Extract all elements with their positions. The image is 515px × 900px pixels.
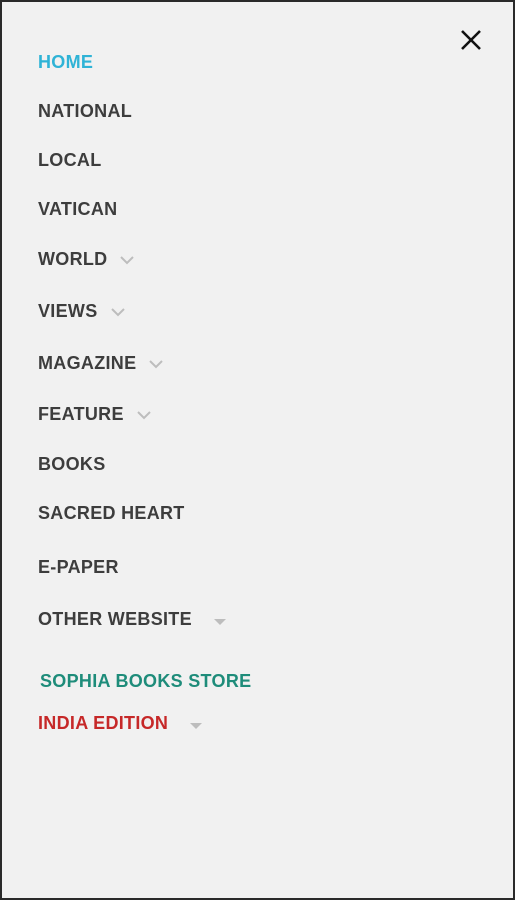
menu-item-label: VIEWS <box>38 301 98 321</box>
menu-item-label: MAGAZINE <box>38 353 137 373</box>
menu-item-label: VATICAN <box>38 199 118 219</box>
chevron-down-icon[interactable] <box>119 255 135 265</box>
menu-item-sacred-heart[interactable]: SACRED HEART <box>38 503 185 524</box>
menu-item-label: HOME <box>38 52 94 72</box>
menu-item-vatican[interactable]: VATICAN <box>38 199 117 220</box>
menu-item-feature[interactable]: FEATURE <box>38 404 152 425</box>
chevron-down-icon[interactable] <box>148 359 164 369</box>
menu-item-label: SOPHIA BOOKS STORE <box>40 671 252 691</box>
menu-item-label: INDIA EDITION <box>38 713 169 733</box>
menu-item-label: LOCAL <box>38 150 102 170</box>
menu-item-national[interactable]: NATIONAL <box>38 101 132 122</box>
menu-item-india-edition[interactable]: INDIA EDITION <box>38 713 203 734</box>
menu-item-label: FEATURE <box>38 404 124 424</box>
chevron-down-icon[interactable] <box>136 410 152 420</box>
navigation-drawer: HOME NATIONAL LOCAL VATICAN WORLD VIEWS … <box>0 0 515 900</box>
menu-item-label: WORLD <box>38 249 108 269</box>
menu-item-label: E-PAPER <box>38 557 119 577</box>
menu-item-home[interactable]: HOME <box>38 52 93 73</box>
menu-item-other-website[interactable]: OTHER WEBSITE <box>38 609 226 630</box>
menu-item-views[interactable]: VIEWS <box>38 301 126 322</box>
chevron-down-icon[interactable] <box>110 307 126 317</box>
menu-item-e-paper[interactable]: E-PAPER <box>38 557 119 578</box>
close-icon[interactable] <box>457 26 485 54</box>
menu-item-sophia-books-store[interactable]: SOPHIA BOOKS STORE <box>40 671 251 692</box>
caret-down-icon[interactable] <box>190 722 203 729</box>
menu-item-local[interactable]: LOCAL <box>38 150 102 171</box>
menu-item-world[interactable]: WORLD <box>38 249 135 270</box>
menu-item-label: OTHER WEBSITE <box>38 609 192 629</box>
menu-item-books[interactable]: BOOKS <box>38 454 106 475</box>
menu-item-label: SACRED HEART <box>38 503 185 523</box>
menu-item-magazine[interactable]: MAGAZINE <box>38 353 164 374</box>
menu-item-label: NATIONAL <box>38 101 133 121</box>
caret-down-icon[interactable] <box>213 618 226 625</box>
menu-item-label: BOOKS <box>38 454 106 474</box>
